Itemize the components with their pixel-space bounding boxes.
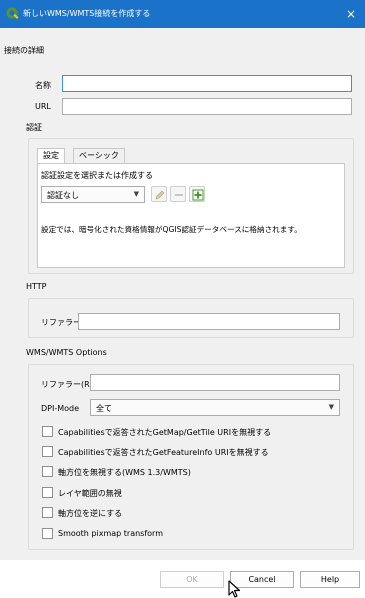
- ignore-axis-orientation-label: 軸方位を無視する(WMS 1.3/WMTS): [58, 468, 191, 477]
- invert-axis-orientation-checkbox[interactable]: [42, 507, 53, 518]
- smooth-pixmap-checkbox[interactable]: [42, 528, 53, 539]
- edit-auth-button[interactable]: [151, 186, 167, 202]
- options-heading: WMS/WMTS Options: [26, 348, 107, 357]
- ignore-getmap-uri-label: Capabilitiesで返答されたGetMap/GetTile URIを無視す…: [58, 428, 272, 437]
- minus-icon: [175, 194, 183, 196]
- ignore-layer-extents-checkbox[interactable]: [42, 487, 53, 498]
- dpi-mode-select[interactable]: 全て ▼: [90, 399, 340, 416]
- mouse-cursor-icon: [228, 580, 241, 598]
- plus-icon: [192, 189, 204, 201]
- name-label: 名称: [35, 81, 51, 90]
- options-referer-input[interactable]: [90, 374, 340, 391]
- chevron-down-icon: ▼: [133, 190, 139, 198]
- url-input[interactable]: [62, 98, 352, 115]
- connection-details-heading: 接続の詳細: [4, 46, 44, 55]
- url-label: URL: [35, 102, 51, 111]
- pencil-icon: [155, 190, 165, 200]
- http-referer-label: リファラー: [41, 318, 81, 327]
- add-auth-button[interactable]: [189, 186, 205, 202]
- invert-axis-orientation-label: 軸方位を逆にする: [58, 509, 123, 518]
- name-input[interactable]: [62, 75, 352, 92]
- ignore-getfeatureinfo-uri-label: Capabilitiesで返答されたGetFeatureInfo URIを無視す…: [58, 448, 269, 457]
- dpi-mode-value: 全て: [96, 404, 112, 413]
- help-button[interactable]: Help: [300, 571, 360, 588]
- tab-settings[interactable]: 設定: [37, 148, 65, 164]
- close-icon[interactable]: ×: [337, 0, 365, 28]
- auth-info-text: 設定では、暗号化された資格情報がQGIS認証データベースに格納されます。: [41, 225, 302, 234]
- auth-config-select[interactable]: 認証なし ▼: [41, 186, 145, 203]
- ok-button[interactable]: OK: [160, 571, 224, 588]
- remove-auth-button[interactable]: [170, 186, 186, 202]
- dpi-mode-label: DPI-Mode: [41, 404, 80, 413]
- http-heading: HTTP: [26, 282, 47, 291]
- tab-basic[interactable]: ベーシック: [73, 148, 125, 164]
- chevron-down-icon: ▼: [328, 403, 334, 411]
- smooth-pixmap-label: Smooth pixmap transform: [58, 529, 163, 538]
- ignore-getmap-uri-checkbox[interactable]: [42, 426, 53, 437]
- ignore-layer-extents-label: レイヤ範囲の無視: [58, 489, 122, 498]
- auth-heading: 認証: [26, 123, 42, 132]
- window-title: 新しいWMS/WMTS接続を作成する: [23, 9, 151, 18]
- title-bar: 新しいWMS/WMTS接続を作成する ×: [0, 0, 365, 28]
- auth-config-value: 認証なし: [47, 191, 79, 200]
- ignore-getfeatureinfo-uri-checkbox[interactable]: [42, 446, 53, 457]
- ignore-axis-orientation-checkbox[interactable]: [42, 466, 53, 477]
- auth-select-label: 認証設定を選択または作成する: [41, 171, 153, 180]
- http-referer-input[interactable]: [78, 313, 340, 330]
- qgis-logo-icon: [6, 7, 19, 19]
- options-referer-label: リファラー(R): [41, 380, 93, 389]
